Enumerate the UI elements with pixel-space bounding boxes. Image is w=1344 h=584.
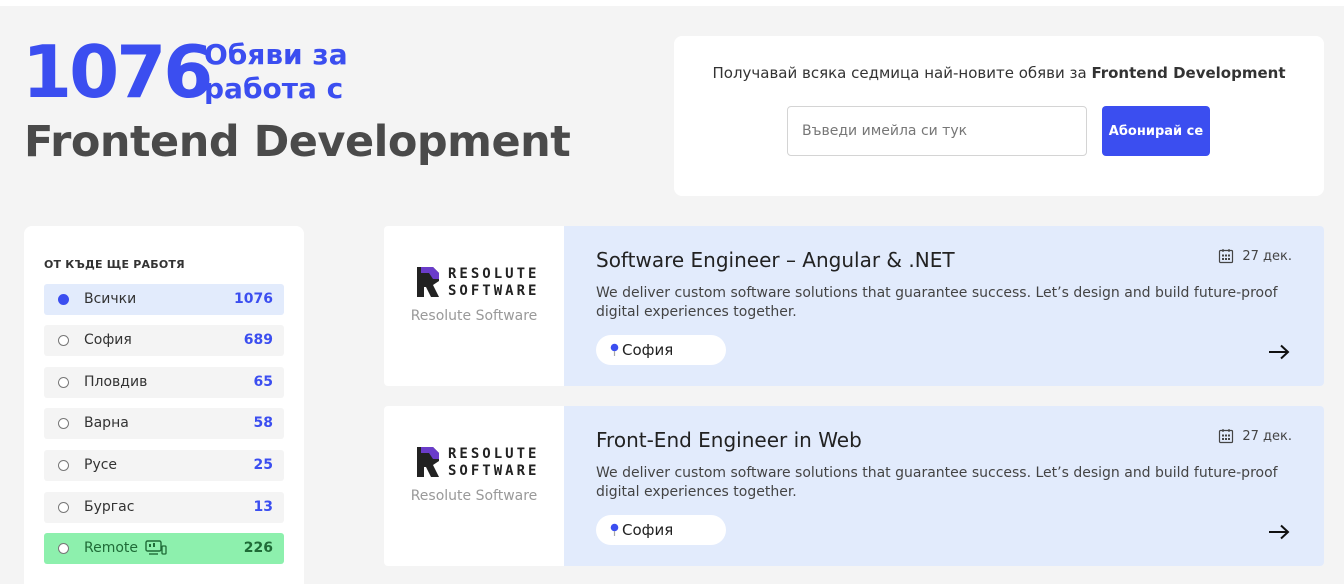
location-count: 13: [253, 499, 273, 515]
job-location-tag: София: [596, 335, 726, 365]
company-name: Resolute Software: [410, 308, 538, 324]
location-count: 1076: [234, 291, 273, 307]
filter-title: ОТ КЪДЕ ЩЕ РАБОТЯ: [44, 258, 185, 271]
job-title[interactable]: Software Engineer – Angular & .NET: [596, 248, 955, 272]
job-card[interactable]: RESOLUTE SOFTWARE Resolute Software Fron…: [384, 406, 1324, 566]
company-name: Resolute Software: [410, 488, 538, 504]
company-logo-panel[interactable]: RESOLUTE SOFTWARE Resolute Software: [384, 226, 564, 386]
location-filter: ОТ КЪДЕ ЩЕ РАБОТЯ Всички 1076 София 689 …: [24, 226, 304, 584]
top-strip: [0, 0, 1344, 6]
location-label: Бургас: [84, 499, 135, 515]
location-count: 689: [243, 332, 273, 348]
radio-icon[interactable]: [58, 502, 69, 513]
job-count-caption: Обяви за работа с: [204, 38, 348, 105]
location-option-remote[interactable]: Remote 226: [44, 533, 284, 564]
location-option-varna[interactable]: Варна 58: [44, 408, 284, 439]
location-count: 25: [253, 457, 273, 473]
job-card[interactable]: RESOLUTE SOFTWARE Resolute Software Soft…: [384, 226, 1324, 386]
location-option-ruse[interactable]: Русе 25: [44, 450, 284, 481]
subscribe-text-prefix: Получавай всяка седмица най-новите обяви…: [712, 64, 1092, 82]
location-option-all[interactable]: Всички 1076: [44, 284, 284, 315]
location-label: Всички: [84, 291, 137, 307]
job-date: 27 дек.: [1218, 428, 1292, 444]
job-date-text: 27 дек.: [1242, 428, 1292, 444]
radio-icon[interactable]: [58, 377, 69, 388]
location-count: 65: [253, 374, 273, 390]
calendar-icon: [1219, 249, 1234, 264]
logo-word-line: RESOLUTE: [448, 446, 540, 462]
job-location: София: [622, 521, 674, 539]
calendar-icon: [1219, 429, 1234, 444]
location-label: София: [84, 332, 132, 348]
company-logo-wordmark: RESOLUTE SOFTWARE: [448, 266, 539, 300]
radio-icon[interactable]: [58, 460, 69, 471]
subscribe-text: Получавай всяка седмица най-новите обяви…: [674, 64, 1324, 82]
logo-word-line: RESOLUTE: [448, 266, 540, 282]
location-label: Варна: [84, 415, 129, 431]
location-option-sofia[interactable]: София 689: [44, 325, 284, 356]
location-count: 226: [243, 540, 273, 556]
subscribe-text-topic: Frontend Development: [1091, 64, 1286, 82]
location-label: Пловдив: [84, 374, 148, 390]
job-date-text: 27 дек.: [1242, 248, 1292, 264]
location-label: Remote: [84, 540, 139, 556]
subscribe-card: Получавай всяка седмица най-новите обяви…: [674, 36, 1324, 196]
radio-icon[interactable]: [58, 543, 69, 554]
topic-title: Frontend Development: [24, 117, 571, 167]
arrow-right-icon[interactable]: [1268, 344, 1290, 360]
arrow-right-icon[interactable]: [1268, 524, 1290, 540]
location-pin-icon: [610, 343, 619, 356]
job-description: We deliver custom software solutions tha…: [596, 285, 1278, 320]
logo-word-line: SOFTWARE: [448, 283, 540, 299]
company-logo-panel[interactable]: RESOLUTE SOFTWARE Resolute Software: [384, 406, 564, 566]
remote-work-icon: [145, 540, 167, 555]
location-option-burgas[interactable]: Бургас 13: [44, 492, 284, 523]
resolute-logo-icon: [417, 267, 439, 297]
job-count: 1076: [22, 30, 213, 114]
resolute-logo-icon: [417, 447, 439, 477]
company-logo-wordmark: RESOLUTE SOFTWARE: [448, 446, 539, 480]
radio-icon[interactable]: [58, 418, 69, 429]
job-content[interactable]: Software Engineer – Angular & .NET 27 де…: [564, 226, 1324, 386]
job-description: We deliver custom software solutions tha…: [596, 465, 1278, 500]
job-content[interactable]: Front-End Engineer in Web 27 дек. We del…: [564, 406, 1324, 566]
location-option-plovdiv[interactable]: Пловдив 65: [44, 367, 284, 398]
job-location-tag: София: [596, 515, 726, 545]
radio-icon[interactable]: [58, 335, 69, 346]
radio-selected-icon[interactable]: [58, 294, 69, 305]
job-title[interactable]: Front-End Engineer in Web: [596, 428, 862, 452]
location-pin-icon: [610, 523, 619, 536]
email-input[interactable]: [787, 106, 1087, 156]
location-label: Русе: [84, 457, 118, 473]
location-count: 58: [253, 415, 273, 431]
subscribe-button[interactable]: Абонирай се: [1102, 106, 1210, 156]
job-location: София: [622, 341, 674, 359]
logo-word-line: SOFTWARE: [448, 463, 540, 479]
job-date: 27 дек.: [1218, 248, 1292, 264]
